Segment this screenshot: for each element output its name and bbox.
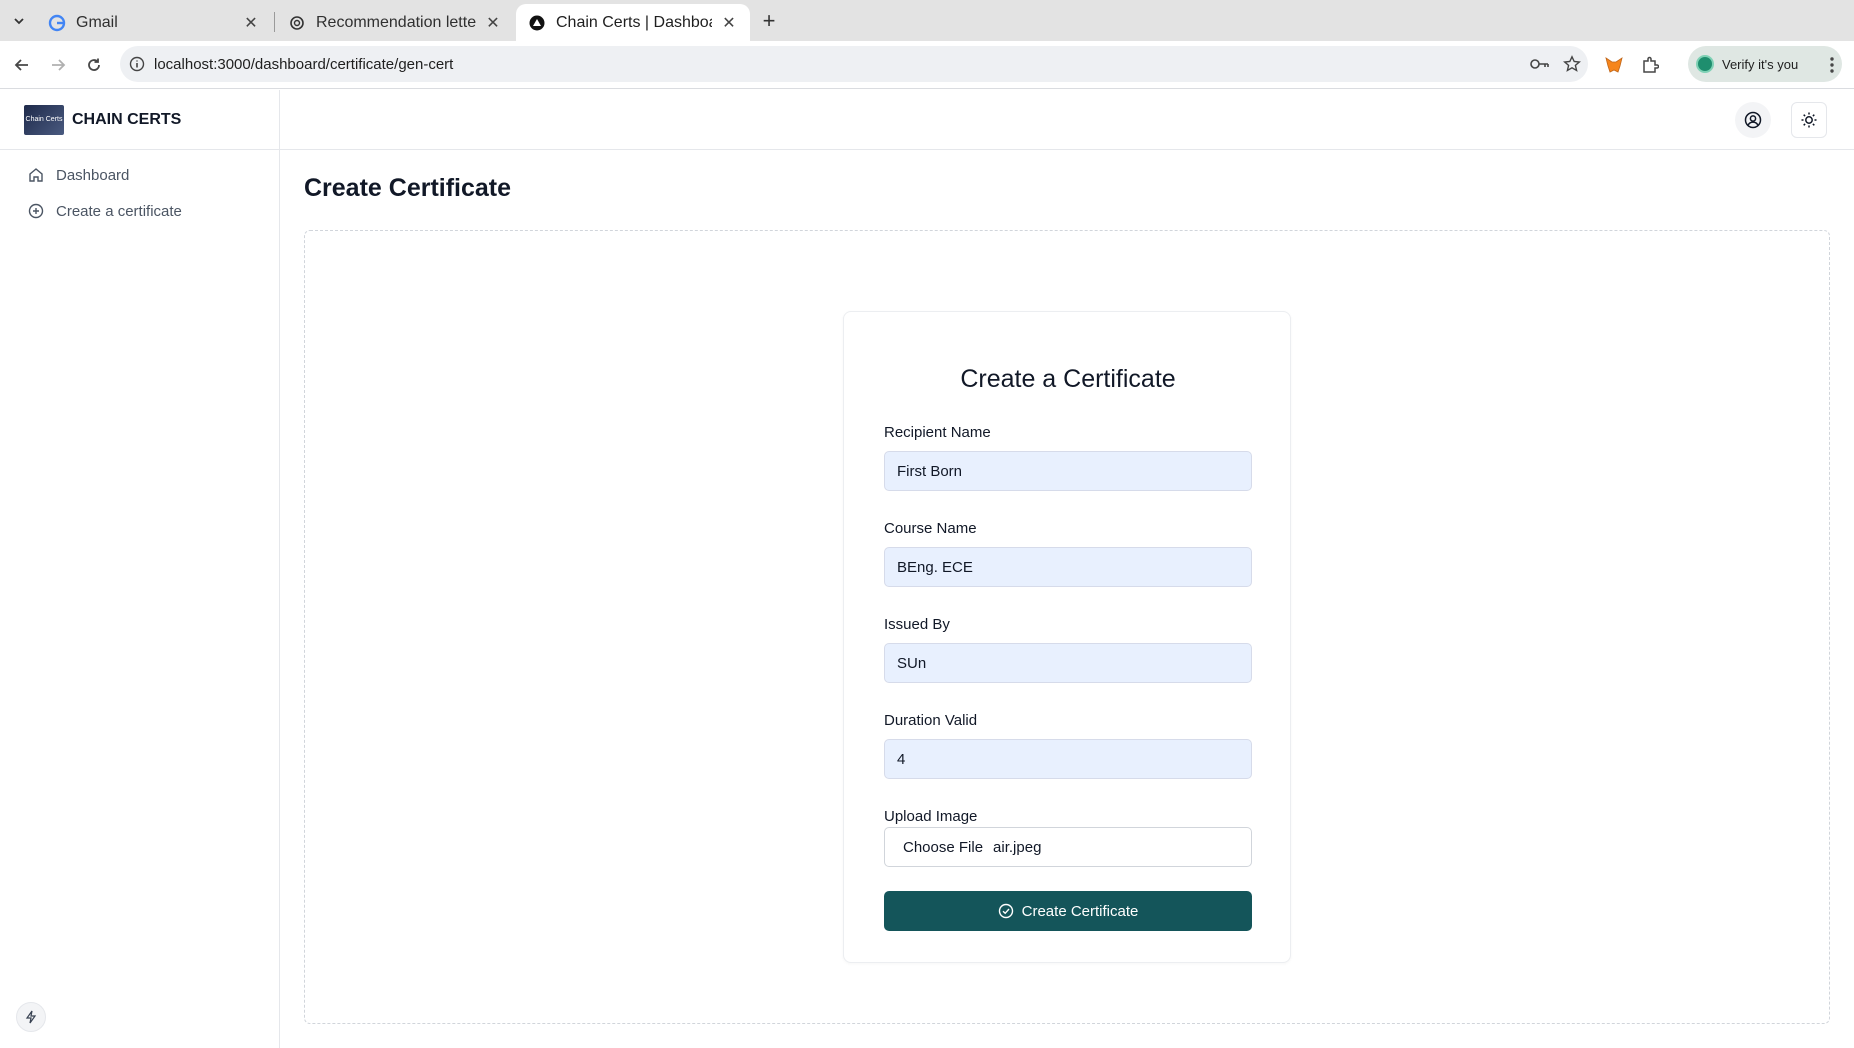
issued-by-input[interactable]: [884, 643, 1252, 683]
browser-menu-icon[interactable]: [1818, 51, 1846, 79]
url-text: localhost:3000/dashboard/certificate/gen…: [154, 55, 454, 73]
user-circle-icon: [1744, 111, 1762, 129]
upload-image-label: Upload Image: [884, 808, 978, 825]
vercel-icon: [528, 14, 546, 32]
course-name-label: Course Name: [884, 520, 977, 537]
tab-close-icon[interactable]: ✕: [720, 13, 738, 33]
sidebar-item-label: Dashboard: [56, 166, 130, 184]
brand-logo: Chain Certs: [24, 105, 64, 135]
openai-icon: [288, 14, 306, 32]
tab-title: Recommendation letter: [316, 13, 476, 31]
reload-icon[interactable]: [80, 51, 108, 79]
theme-toggle-button[interactable]: [1791, 102, 1827, 138]
tab-recommendation[interactable]: Recommendation letter ✕: [276, 4, 514, 41]
create-certificate-label: Create Certificate: [1021, 902, 1139, 920]
address-bar[interactable]: localhost:3000/dashboard/certificate/gen…: [120, 46, 1588, 82]
extensions-icon[interactable]: [1636, 51, 1664, 79]
password-key-icon[interactable]: [1524, 57, 1556, 71]
form-title: Create a Certificate: [960, 365, 1176, 393]
sidebar: Dashboard Create a certificate: [0, 150, 280, 1048]
google-icon: [48, 14, 66, 32]
profile-status-icon: [1696, 55, 1714, 73]
browser-tab-bar: Gmail ✕ Recommendation letter ✕ Chain Ce…: [0, 0, 1854, 41]
app-header: Chain Certs CHAIN CERTS: [0, 90, 1854, 150]
tab-title: Chain Certs | Dashboard: [556, 13, 712, 31]
home-icon: [28, 167, 44, 183]
upload-image-input[interactable]: Choose File air.jpeg: [884, 827, 1252, 867]
brand-name: CHAIN CERTS: [72, 111, 182, 128]
bolt-icon: [25, 1010, 37, 1024]
sun-icon: [1801, 112, 1817, 128]
course-name-input[interactable]: [884, 547, 1252, 587]
create-certificate-form: Create a Certificate Recipient Name Cour…: [843, 311, 1291, 963]
site-info-icon[interactable]: [120, 56, 154, 72]
tab-search-icon[interactable]: [6, 8, 32, 34]
logo-text: Chain Certs: [25, 116, 63, 123]
recipient-name-label: Recipient Name: [884, 424, 991, 441]
tab-close-icon[interactable]: ✕: [242, 13, 260, 33]
dev-tools-button[interactable]: [16, 1002, 46, 1032]
duration-valid-input[interactable]: [884, 739, 1252, 779]
tab-gmail[interactable]: Gmail ✕: [36, 4, 272, 41]
new-tab-icon[interactable]: +: [756, 8, 782, 34]
sidebar-item-create-certificate[interactable]: Create a certificate: [28, 199, 182, 223]
choose-file-button[interactable]: Choose File: [903, 839, 983, 856]
metamask-icon[interactable]: [1600, 51, 1628, 79]
tab-close-icon[interactable]: ✕: [484, 13, 502, 33]
issued-by-label: Issued By: [884, 616, 950, 633]
brand[interactable]: Chain Certs CHAIN CERTS: [0, 90, 280, 150]
tab-chain-certs[interactable]: Chain Certs | Dashboard ✕: [516, 4, 750, 41]
bookmark-star-icon[interactable]: [1556, 55, 1588, 73]
sidebar-item-label: Create a certificate: [56, 202, 182, 220]
verify-label: Verify it's you: [1722, 56, 1799, 72]
recipient-name-input[interactable]: [884, 451, 1252, 491]
page-title: Create Certificate: [304, 174, 512, 202]
browser-toolbar: localhost:3000/dashboard/certificate/gen…: [0, 41, 1854, 89]
duration-valid-label: Duration Valid: [884, 712, 978, 729]
back-icon[interactable]: [8, 51, 36, 79]
plus-circle-icon: [28, 203, 44, 219]
create-certificate-button[interactable]: Create Certificate: [884, 891, 1252, 931]
forward-icon[interactable]: [44, 51, 72, 79]
selected-filename: air.jpeg: [993, 838, 1042, 856]
tab-divider: [274, 12, 275, 32]
sidebar-item-dashboard[interactable]: Dashboard: [28, 163, 129, 187]
tab-title: Gmail: [76, 13, 118, 31]
user-account-button[interactable]: [1735, 102, 1771, 138]
check-circle-icon: [998, 903, 1014, 919]
